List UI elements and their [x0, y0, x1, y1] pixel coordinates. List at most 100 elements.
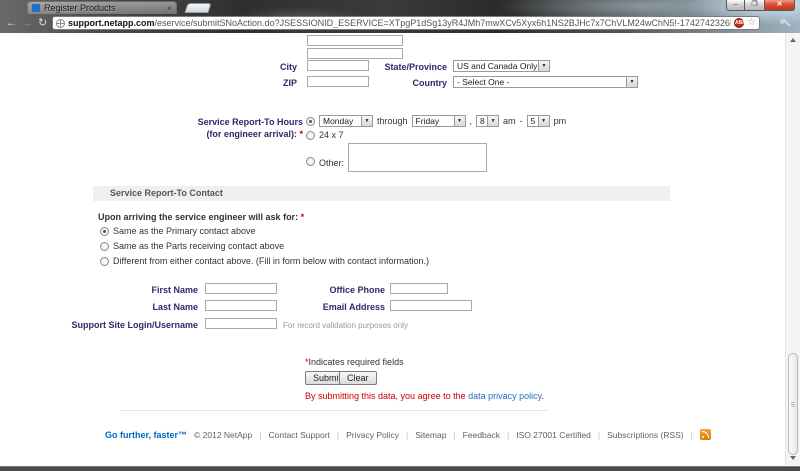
hour-to-value: 5 [528, 116, 538, 126]
browser-tab[interactable]: Register Products × [27, 1, 177, 14]
clear-button[interactable]: Clear [339, 371, 377, 385]
new-tab-button[interactable] [184, 3, 211, 13]
contact-different-label: Different from either contact above. (Fi… [113, 256, 429, 266]
hour-from-select[interactable]: 8▼ [476, 115, 499, 127]
wrench-menu-icon[interactable] [780, 18, 792, 28]
footer-separator: | [453, 430, 455, 440]
through-label: through [377, 116, 408, 126]
section-header-service-report-to-contact: Service Report-To Contact [93, 186, 670, 201]
support-login-input[interactable] [205, 318, 277, 329]
scroll-down-icon[interactable] [790, 456, 796, 460]
dash-text: - [520, 116, 523, 126]
globe-icon [56, 19, 65, 28]
footer-link-iso-certified[interactable]: ISO 27001 Certified [516, 430, 591, 440]
browser-toolbar: ← → ↻ support.netapp.com/eservice/submit… [0, 14, 800, 33]
hours-weekday-radio[interactable] [306, 117, 315, 126]
window-controls: – ❐ ✕ [726, 0, 795, 11]
bookmark-star-icon[interactable]: ☆ [747, 18, 756, 28]
day-to-select[interactable]: Friday▼ [412, 115, 466, 127]
day-from-value: Monday [320, 116, 356, 126]
tab-close-icon[interactable]: × [167, 4, 172, 13]
footer-divider [120, 410, 548, 411]
close-button[interactable]: ✕ [765, 0, 795, 11]
city-input[interactable] [307, 60, 369, 71]
city-label: City [240, 62, 297, 72]
hours-label-line1: Service Report-To Hours [150, 117, 303, 127]
required-asterisk: * [299, 129, 303, 139]
chevron-down-icon: ▼ [361, 116, 372, 126]
contact-primary-radio[interactable] [100, 227, 109, 236]
hour-to-select[interactable]: 5▼ [527, 115, 550, 127]
footer-link-contact-support[interactable]: Contact Support [268, 430, 329, 440]
vertical-scrollbar[interactable] [785, 33, 800, 465]
hours-247-row: 24 x 7 [306, 130, 344, 140]
country-value: - Select One - [454, 77, 512, 87]
footer-separator: | [598, 430, 600, 440]
adblock-icon[interactable]: ABP [734, 18, 744, 28]
tab-title: Register Products [44, 3, 163, 13]
hours-other-row: Other: [306, 143, 487, 172]
office-phone-label: Office Phone [287, 285, 385, 295]
zip-input[interactable] [307, 76, 369, 87]
reload-icon[interactable]: ↻ [38, 16, 47, 30]
state-province-select[interactable]: US and Canada Only▼ [453, 60, 550, 72]
browser-window: Register Products × – ❐ ✕ ← → ↻ support.… [0, 0, 800, 471]
browser-chrome: Register Products × – ❐ ✕ ← → ↻ support.… [0, 0, 800, 33]
data-privacy-policy-link[interactable]: data privacy policy [468, 391, 541, 401]
last-name-input[interactable] [205, 300, 277, 311]
state-province-label: State/Province [370, 62, 447, 72]
support-login-label: Support Site Login/Username [60, 320, 198, 330]
hours-other-label: Other: [319, 158, 344, 168]
hours-other-radio[interactable] [306, 157, 315, 166]
footer-link-feedback[interactable]: Feedback [463, 430, 500, 440]
contact-primary-label: Same as the Primary contact above [113, 226, 256, 236]
contact-different-radio[interactable] [100, 257, 109, 266]
window-bottom-edge [0, 466, 800, 471]
country-select[interactable]: - Select One - ▼ [453, 76, 638, 88]
country-label: Country [370, 78, 447, 88]
contact-option-primary: Same as the Primary contact above [100, 226, 256, 236]
rss-icon[interactable] [700, 429, 711, 440]
first-name-label: First Name [100, 285, 198, 295]
footer-separator: | [406, 430, 408, 440]
maximize-button[interactable]: ❐ [745, 0, 765, 11]
chevron-down-icon: ▼ [626, 77, 637, 87]
address-line-input-1[interactable] [307, 35, 403, 46]
hours-label-line2: (for engineer arrival): * [150, 129, 303, 139]
footer-separator: | [507, 430, 509, 440]
footer-link-privacy-policy[interactable]: Privacy Policy [346, 430, 399, 440]
footer-link-sitemap[interactable]: Sitemap [415, 430, 446, 440]
contact-question: Upon arriving the service engineer will … [98, 212, 304, 222]
hours-247-radio[interactable] [306, 131, 315, 140]
url-path: /eservice/submitSNoAction.do?JSESSIONID_… [155, 18, 732, 28]
back-icon[interactable]: ← [6, 16, 17, 30]
hours-247-label: 24 x 7 [319, 130, 344, 140]
scroll-up-icon[interactable] [790, 38, 796, 42]
required-asterisk: * [301, 212, 305, 222]
footer-link-subscriptions-rss[interactable]: Subscriptions (RSS) [607, 430, 684, 440]
first-name-input[interactable] [205, 283, 277, 294]
netapp-tagline: Go further, faster™ [105, 430, 187, 440]
email-address-input[interactable] [390, 300, 472, 311]
footer-separator: | [691, 430, 693, 440]
url-bar[interactable]: support.netapp.com/eservice/submitSNoAct… [52, 16, 760, 30]
netapp-favicon-icon [32, 4, 40, 12]
office-phone-input[interactable] [390, 283, 448, 294]
footer: Go further, faster™ © 2012 NetApp | Cont… [105, 429, 711, 440]
last-name-label: Last Name [100, 302, 198, 312]
am-label: am [503, 116, 516, 126]
scrollbar-thumb[interactable] [788, 353, 798, 455]
login-note: For record validation purposes only [283, 321, 408, 330]
address-line-input-2[interactable] [307, 48, 403, 59]
url-text[interactable]: support.netapp.com/eservice/submitSNoAct… [68, 18, 731, 28]
url-domain: support.netapp.com [68, 18, 155, 28]
hours-other-textarea[interactable] [348, 143, 487, 172]
day-from-select[interactable]: Monday ▼ [319, 115, 373, 127]
chevron-down-icon: ▼ [538, 61, 549, 71]
day-to-value: Friday [413, 116, 443, 126]
contact-parts-radio[interactable] [100, 242, 109, 251]
forward-icon[interactable]: → [22, 16, 33, 30]
chevron-down-icon: ▼ [538, 116, 549, 126]
email-address-label: Email Address [287, 302, 385, 312]
minimize-button[interactable]: – [726, 0, 745, 11]
